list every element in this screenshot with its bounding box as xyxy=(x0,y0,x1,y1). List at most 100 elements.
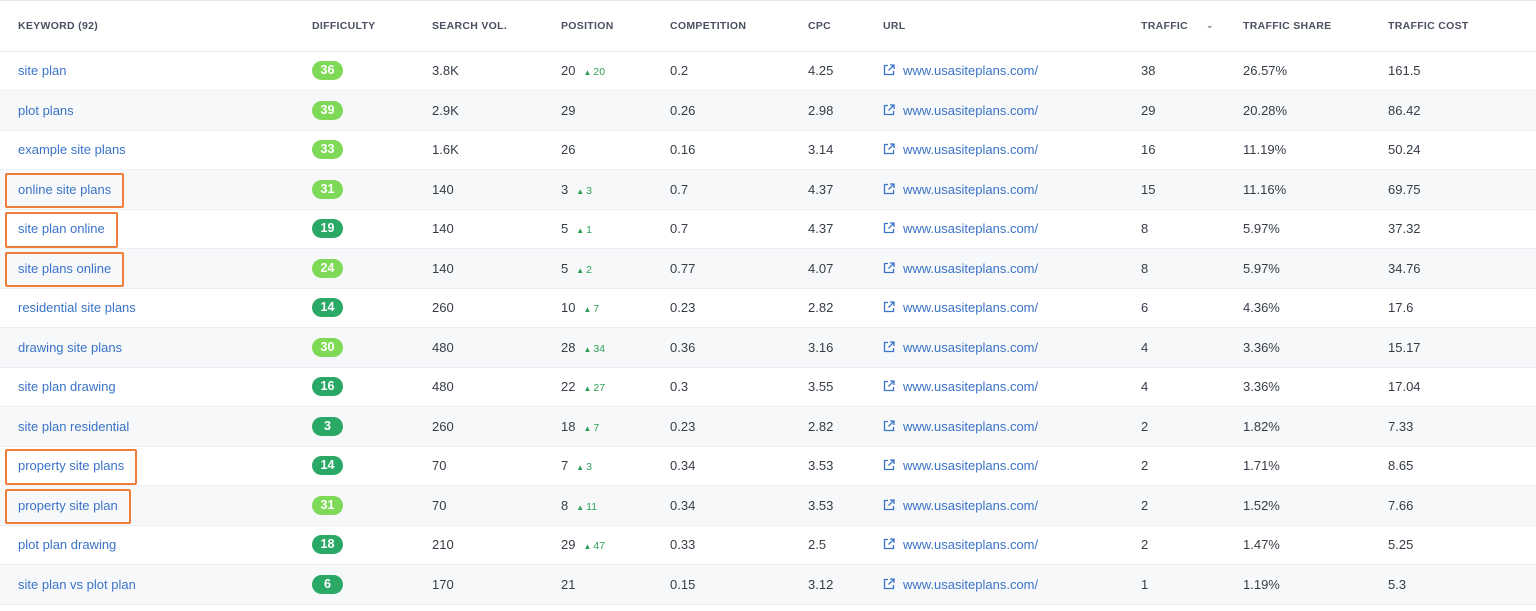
arrow-up-icon: ▲ xyxy=(576,463,585,473)
difficulty-cell: 33 xyxy=(312,130,432,170)
keyword-cell: drawing site plans xyxy=(0,327,312,368)
position-delta-value: 27 xyxy=(593,382,606,395)
url-link[interactable]: www.usasiteplans.com/ xyxy=(903,142,1038,157)
cpc-cell: 4.07 xyxy=(808,248,883,289)
url-link[interactable]: www.usasiteplans.com/ xyxy=(903,221,1038,236)
keyword-link[interactable]: site plan vs plot plan xyxy=(18,577,136,592)
keyword-link[interactable]: plot plans xyxy=(18,103,74,118)
arrow-up-icon: ▲ xyxy=(583,305,592,315)
competition-cell: 0.23 xyxy=(670,288,808,328)
keyword-count: (92) xyxy=(78,19,99,32)
competition-cell: 0.3 xyxy=(670,367,808,407)
url-link[interactable]: www.usasiteplans.com/ xyxy=(903,103,1038,118)
keyword-link[interactable]: property site plans xyxy=(18,458,124,473)
keyword-link[interactable]: site plan drawing xyxy=(18,379,116,394)
url-link[interactable]: www.usasiteplans.com/ xyxy=(903,458,1038,473)
keyword-link[interactable]: property site plan xyxy=(18,498,118,513)
col-header-traffic-share[interactable]: TRAFFIC SHARE xyxy=(1243,1,1388,52)
search-vol-cell: 1.6K xyxy=(432,130,561,170)
traffic-cost-cell: 5.3 xyxy=(1388,564,1536,605)
competition-cell: 0.77 xyxy=(670,248,808,289)
external-link-icon[interactable] xyxy=(883,222,895,234)
url-link[interactable]: www.usasiteplans.com/ xyxy=(903,419,1038,434)
external-link-icon[interactable] xyxy=(883,104,895,116)
difficulty-cell: 36 xyxy=(312,51,432,91)
url-link[interactable]: www.usasiteplans.com/ xyxy=(903,63,1038,78)
difficulty-cell: 18 xyxy=(312,525,432,565)
col-header-search-vol[interactable]: SEARCH VOL. xyxy=(432,1,561,52)
url-cell: www.usasiteplans.com/ xyxy=(883,446,1141,486)
url-cell: www.usasiteplans.com/ xyxy=(883,525,1141,565)
external-link-icon[interactable] xyxy=(883,459,895,471)
competition-cell: 0.2 xyxy=(670,51,808,91)
url-link[interactable]: www.usasiteplans.com/ xyxy=(903,379,1038,394)
keyword-link[interactable]: site plans online xyxy=(18,261,111,276)
url-link[interactable]: www.usasiteplans.com/ xyxy=(903,261,1038,276)
url-link[interactable]: www.usasiteplans.com/ xyxy=(903,300,1038,315)
external-link-icon[interactable] xyxy=(883,499,895,511)
traffic-cell: 1 xyxy=(1141,564,1243,605)
keyword-link[interactable]: drawing site plans xyxy=(18,340,122,355)
external-link-icon[interactable] xyxy=(883,183,895,195)
keyword-link[interactable]: site plan online xyxy=(18,221,105,236)
col-header-competition[interactable]: COMPETITION xyxy=(670,1,808,52)
competition-cell: 0.33 xyxy=(670,525,808,565)
url-link[interactable]: www.usasiteplans.com/ xyxy=(903,537,1038,552)
difficulty-cell: 31 xyxy=(312,169,432,210)
keyword-cell: site plan vs plot plan xyxy=(0,564,312,605)
position-value: 5 xyxy=(561,260,569,276)
arrow-up-icon: ▲ xyxy=(583,68,592,78)
traffic-share-cell: 20.28% xyxy=(1243,90,1388,131)
search-vol-cell: 70 xyxy=(432,446,561,486)
difficulty-cell: 30 xyxy=(312,327,432,368)
external-link-icon[interactable] xyxy=(883,64,895,76)
cpc-cell: 4.25 xyxy=(808,51,883,91)
url-link[interactable]: www.usasiteplans.com/ xyxy=(903,498,1038,513)
external-link-icon[interactable] xyxy=(883,380,895,392)
keyword-link[interactable]: residential site plans xyxy=(18,300,136,315)
url-link[interactable]: www.usasiteplans.com/ xyxy=(903,340,1038,355)
arrow-up-icon: ▲ xyxy=(576,186,585,196)
difficulty-badge: 24 xyxy=(312,258,343,278)
position-delta-value: 7 xyxy=(593,421,600,434)
traffic-cell: 4 xyxy=(1141,367,1243,407)
col-header-position[interactable]: POSITION xyxy=(561,1,670,52)
url-link[interactable]: www.usasiteplans.com/ xyxy=(903,182,1038,197)
difficulty-badge: 31 xyxy=(312,179,343,199)
search-vol-cell: 260 xyxy=(432,288,561,328)
col-header-keyword[interactable]: KEYWORD (92) xyxy=(0,1,312,52)
search-vol-cell: 170 xyxy=(432,564,561,605)
col-header-cpc[interactable]: CPC xyxy=(808,1,883,52)
position-value: 29 xyxy=(561,102,576,118)
external-link-icon[interactable] xyxy=(883,538,895,550)
search-vol-cell: 140 xyxy=(432,209,561,249)
external-link-icon[interactable] xyxy=(883,262,895,274)
position-value: 8 xyxy=(561,497,569,513)
keyword-link[interactable]: site plan xyxy=(18,63,66,78)
search-vol-cell: 480 xyxy=(432,327,561,368)
keyword-link[interactable]: online site plans xyxy=(18,182,111,197)
external-link-icon[interactable] xyxy=(883,301,895,313)
col-header-url[interactable]: URL xyxy=(883,1,1141,52)
url-cell: www.usasiteplans.com/ xyxy=(883,51,1141,91)
table-row: property site plans 14 70 7 ▲ 3 0.34 3.53 www.us… xyxy=(0,446,1536,486)
table-row: site plan vs plot plan 6 170 21 0.15 3.12 www.… xyxy=(0,564,1536,605)
col-header-traffic[interactable]: TRAFFIC ⌄ xyxy=(1141,1,1243,52)
traffic-share-cell: 1.71% xyxy=(1243,446,1388,486)
keyword-link[interactable]: plot plan drawing xyxy=(18,537,116,552)
keyword-link[interactable]: example site plans xyxy=(18,142,126,157)
external-link-icon[interactable] xyxy=(883,420,895,432)
position-value: 28 xyxy=(561,339,576,355)
table-row: plot plans 39 2.9K 29 0.26 2.98 www.usasitepla… xyxy=(0,90,1536,131)
difficulty-badge: 39 xyxy=(312,100,343,120)
keyword-link[interactable]: site plan residential xyxy=(18,419,129,434)
chevron-down-icon[interactable]: ⌄ xyxy=(1206,20,1214,31)
external-link-icon[interactable] xyxy=(883,341,895,353)
external-link-icon[interactable] xyxy=(883,143,895,155)
table-row: drawing site plans 30 480 28 ▲ 34 0.36 3.16 www.… xyxy=(0,327,1536,368)
col-header-traffic-cost[interactable]: TRAFFIC COST xyxy=(1388,1,1536,52)
url-link[interactable]: www.usasiteplans.com/ xyxy=(903,577,1038,592)
col-header-difficulty[interactable]: DIFFICULTY xyxy=(312,1,432,52)
external-link-icon[interactable] xyxy=(883,578,895,590)
position-delta-value: 3 xyxy=(586,184,592,197)
